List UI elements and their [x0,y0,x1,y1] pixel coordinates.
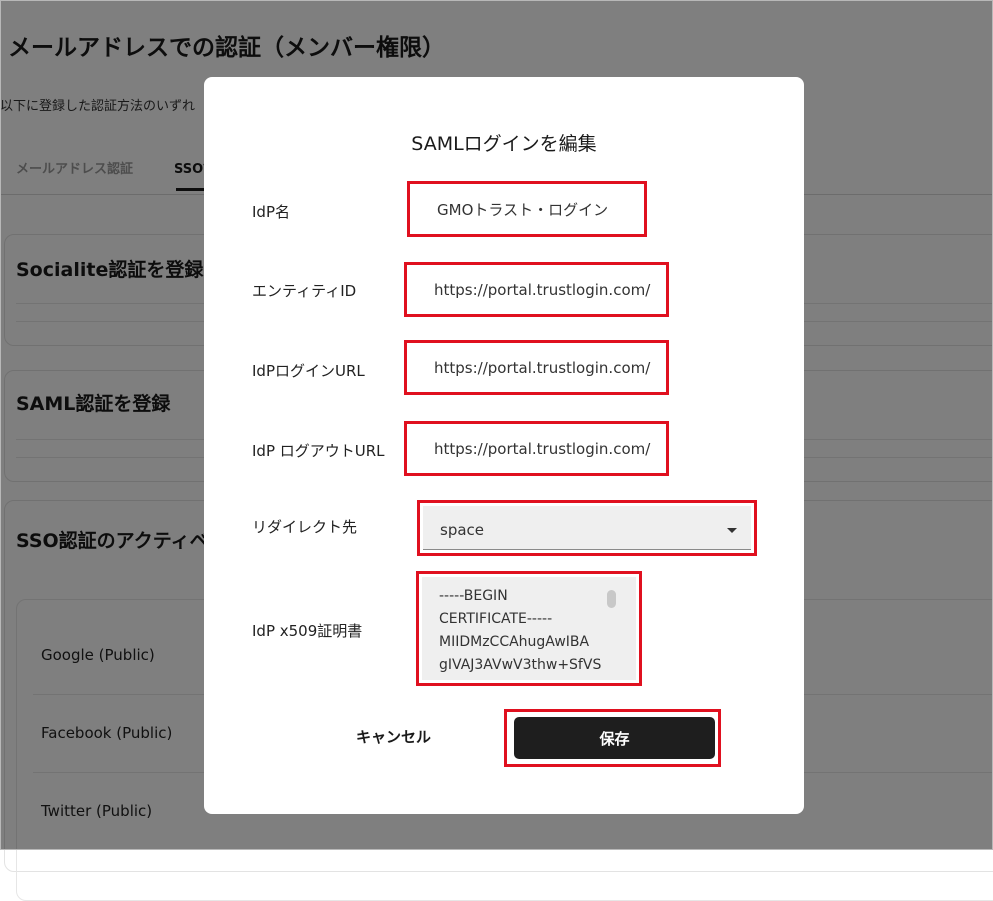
certificate-line: gIVAJ3AVwV3thw+SfVS [439,657,602,673]
highlight-box: space [417,500,757,556]
redirect-select[interactable]: space [423,506,751,550]
certificate-line: MIIDMzCCAhugAwIBA [439,634,590,650]
highlight-box [404,262,669,317]
redirect-selected-value: space [440,521,485,539]
login-url-label: IdPログインURL [252,362,365,380]
saml-edit-dialog: SAMLログインを編集 IdP名 エンティティID IdPログインURL IdP… [204,77,804,814]
idp-name-label: IdP名 [252,203,290,221]
entity-id-label: エンティティID [252,282,357,300]
login-url-input[interactable] [410,346,654,389]
highlight-box [407,181,647,237]
highlight-box: -----BEGIN CERTIFICATE----- MIIDMzCCAhug… [416,571,642,686]
entity-id-input[interactable] [410,268,654,311]
dialog-title: SAMLログインを編集 [411,133,597,155]
idp-name-input[interactable] [413,187,641,231]
cancel-button[interactable]: キャンセル [356,726,431,747]
save-button[interactable]: 保存 [514,717,715,759]
highlight-box [404,421,669,476]
scrollbar-thumb[interactable] [607,590,616,608]
highlight-box: 保存 [504,709,721,767]
redirect-label: リダイレクト先 [252,518,358,536]
certificate-label: IdP x509証明書 [252,622,363,640]
caret-down-icon [727,528,737,533]
certificate-line: CERTIFICATE----- [439,611,553,627]
logout-url-label: IdP ログアウトURL [252,442,385,460]
certificate-textarea[interactable]: -----BEGIN CERTIFICATE----- MIIDMzCCAhug… [422,577,636,680]
logout-url-input[interactable] [410,427,654,470]
highlight-box [404,340,669,395]
